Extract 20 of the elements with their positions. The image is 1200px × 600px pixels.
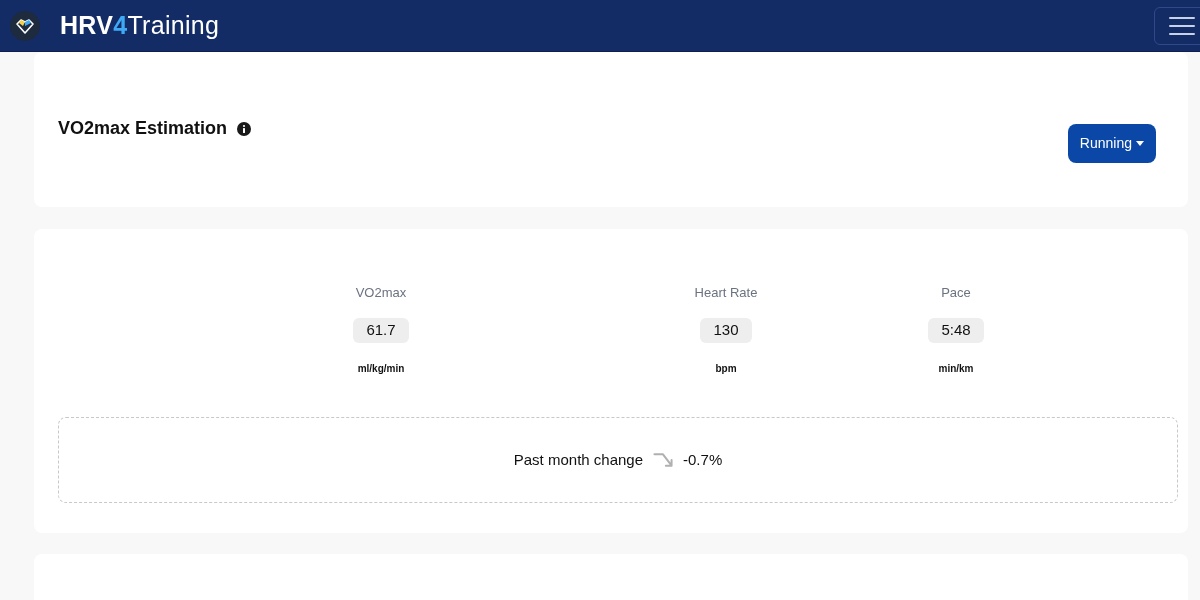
trend-down-icon: [653, 452, 674, 468]
stat-unit: bpm: [715, 362, 737, 376]
change-value: -0.7%: [683, 449, 723, 470]
stat-value: 5:48: [928, 318, 984, 343]
stat-value: 61.7: [353, 318, 409, 343]
stat-label: VO2max: [355, 285, 407, 301]
caret-icon: [1136, 141, 1144, 146]
menu-icon: [1169, 15, 1195, 36]
stat-label: Heart Rate: [694, 285, 758, 301]
sport-dropdown[interactable]: Running: [1067, 124, 1156, 163]
page-title: VO2max Estimation: [58, 117, 228, 140]
info-icon[interactable]: [237, 121, 252, 136]
stat-label: Pace: [941, 285, 971, 301]
stat-unit: ml/kg/min: [357, 362, 405, 376]
menu-button[interactable]: [1154, 6, 1200, 45]
heart-logo-icon: [10, 10, 40, 41]
change-label: Past month change: [513, 449, 644, 470]
stat-unit: min/km: [938, 362, 974, 376]
stat-value: 130: [700, 318, 752, 343]
brand-logo-text[interactable]: HRV4Training: [60, 13, 220, 38]
